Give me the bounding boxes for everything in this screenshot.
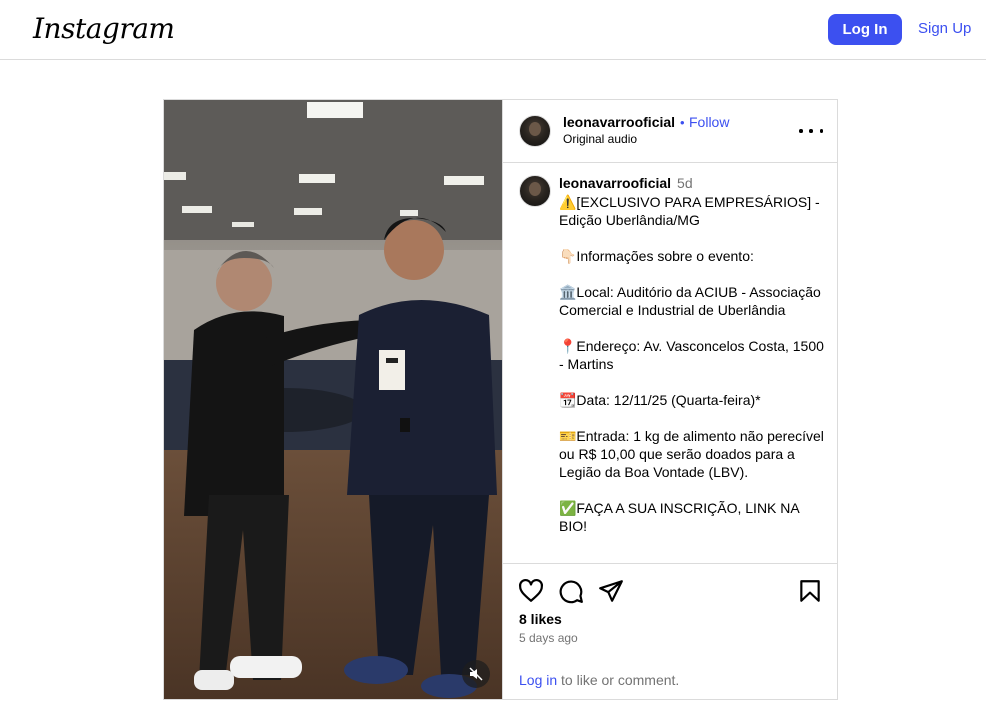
- post-container: leonavarrooficial • Follow Original audi…: [163, 99, 838, 700]
- caption-header: leonavarrooficial 5d: [559, 175, 693, 191]
- login-prompt: Log in to like or comment.: [519, 672, 679, 688]
- sign-up-link[interactable]: Sign Up: [918, 20, 971, 37]
- post-author-username[interactable]: leonavarrooficial: [563, 114, 675, 130]
- bookmark-icon[interactable]: [797, 578, 823, 604]
- separator-dot: •: [680, 115, 685, 130]
- log-in-link[interactable]: Log in: [519, 672, 557, 688]
- post-sidebar: leonavarrooficial • Follow Original audi…: [502, 100, 838, 699]
- video-frame-image: [164, 100, 502, 699]
- post-header: leonavarrooficial • Follow Original audi…: [503, 100, 838, 163]
- audio-label[interactable]: Original audio: [563, 132, 637, 146]
- log-in-button[interactable]: Log In: [828, 14, 902, 45]
- follow-button[interactable]: Follow: [689, 114, 729, 130]
- top-navigation-bar: Instagram Log In Sign Up: [0, 0, 986, 60]
- post-timestamp[interactable]: 5 days ago: [519, 631, 578, 645]
- avatar[interactable]: [519, 115, 551, 147]
- likes-count[interactable]: 8 likes: [519, 611, 562, 627]
- more-options-icon[interactable]: [799, 122, 823, 140]
- avatar[interactable]: [519, 175, 551, 207]
- muted-speaker-icon[interactable]: [462, 660, 490, 688]
- post-actions: 8 likes 5 days ago Log in to like or com…: [503, 563, 838, 699]
- post-video[interactable]: [164, 100, 502, 699]
- caption-text: ⚠️[EXCLUSIVO PARA EMPRESÁRIOS] - Edição …: [559, 194, 824, 534]
- login-prompt-text: to like or comment.: [557, 672, 680, 688]
- heart-icon[interactable]: [518, 578, 544, 604]
- post-caption: leonavarrooficial 5d ⚠️[EXCLUSIVO PARA EM…: [503, 163, 838, 563]
- caption-username[interactable]: leonavarrooficial: [559, 175, 671, 191]
- share-icon[interactable]: [598, 578, 624, 604]
- caption-timestamp: 5d: [677, 175, 693, 191]
- instagram-logo[interactable]: Instagram: [33, 12, 175, 45]
- comment-icon[interactable]: [558, 578, 584, 604]
